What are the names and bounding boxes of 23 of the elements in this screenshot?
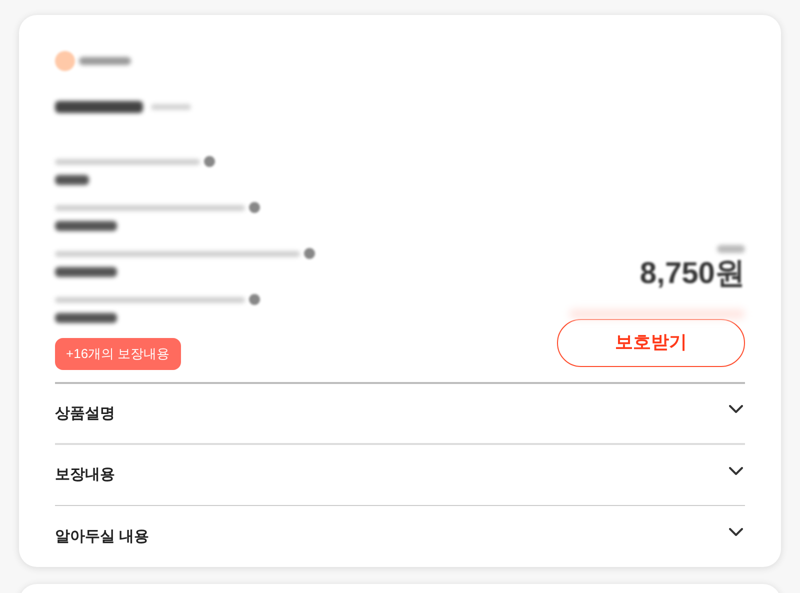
info-icon <box>304 248 315 259</box>
section-title: 알아두실 내용 <box>55 526 150 547</box>
price-text: 8,750원 <box>640 258 745 288</box>
info-icon <box>249 202 260 213</box>
accordion-header[interactable]: 알아두실 내용 <box>55 506 745 566</box>
blurred-coverage-amount <box>55 175 89 185</box>
logo-icon <box>55 51 75 71</box>
blurred-price-label <box>717 244 745 252</box>
section-title: 상품설명 <box>55 404 115 424</box>
chevron-down-icon <box>729 405 743 413</box>
blurred-coverage-amount <box>55 221 117 231</box>
blurred-logo-text <box>79 57 131 65</box>
blurred-coverage-amount <box>55 313 117 323</box>
info-icon <box>249 294 260 305</box>
accordion-header[interactable]: 상품설명 <box>55 384 745 444</box>
section-title: 보장내용 <box>55 465 115 486</box>
chevron-down-icon <box>729 466 743 474</box>
blurred-product-code <box>151 104 191 110</box>
accordion-header[interactable]: 보장내용 <box>55 444 745 506</box>
apply-button[interactable]: 보호받기 <box>557 318 745 366</box>
chevron-down-icon <box>729 528 743 536</box>
info-icon <box>204 156 215 167</box>
blurred-coverage-amount <box>55 267 117 277</box>
